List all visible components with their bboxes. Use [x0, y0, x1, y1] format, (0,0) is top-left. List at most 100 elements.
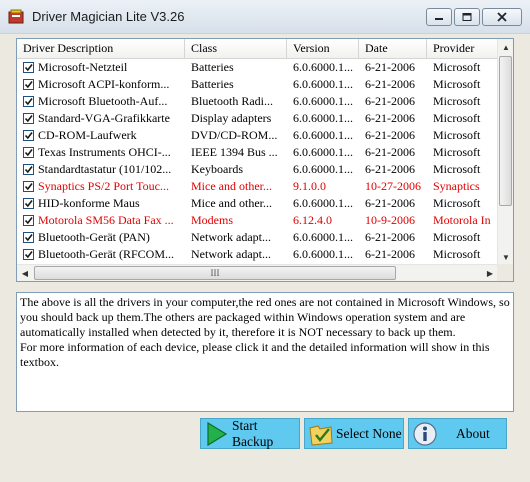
- row-checkbox[interactable]: [23, 113, 34, 124]
- table-row[interactable]: Synaptics PS/2 Port Touc... Mice and othe…: [17, 178, 498, 195]
- row-description: Microsoft Bluetooth-Auf...: [17, 93, 185, 110]
- table-row[interactable]: Standardtastatur (101/102... Keyboards 6.0…: [17, 161, 498, 178]
- row-class: Bluetooth Radi...: [191, 94, 273, 108]
- list-rows: Microsoft-Netzteil Batteries 6.0.6000.1...…: [17, 59, 498, 263]
- checkmark-icon: [24, 200, 33, 208]
- select-none-label: Select None: [336, 425, 402, 441]
- horizontal-scroll-thumb[interactable]: III: [34, 266, 396, 280]
- row-description-text: CD-ROM-Laufwerk: [38, 128, 137, 142]
- row-version: 9.1.0.0: [293, 179, 326, 193]
- row-class: DVD/CD-ROM...: [191, 128, 278, 142]
- driver-list[interactable]: Driver Description Class Version Date Pr…: [16, 38, 514, 282]
- start-backup-button[interactable]: Start Backup: [200, 418, 300, 449]
- row-description: Standard-VGA-Grafikkarte: [17, 110, 185, 127]
- list-header: Driver Description Class Version Date Pr…: [17, 39, 498, 59]
- row-version: 6.0.6000.1...: [293, 111, 353, 125]
- vertical-scrollbar[interactable]: ▲ ▼: [497, 39, 513, 265]
- row-class: Mice and other...: [191, 196, 272, 210]
- table-row[interactable]: Microsoft Bluetooth-Auf... Bluetooth Radi…: [17, 93, 498, 110]
- row-provider: Motorola In: [433, 213, 491, 227]
- checkmark-icon: [24, 166, 33, 174]
- row-checkbox[interactable]: [23, 249, 34, 260]
- info-textbox[interactable]: The above is all the drivers in your com…: [16, 292, 514, 412]
- row-checkbox[interactable]: [23, 79, 34, 90]
- scroll-right-arrow-icon[interactable]: ▶: [482, 265, 498, 281]
- checkmark-icon: [24, 183, 33, 191]
- select-none-button[interactable]: Select None: [304, 418, 404, 449]
- minimize-button[interactable]: [426, 8, 452, 26]
- row-date: 6-21-2006: [365, 230, 415, 244]
- maximize-icon: [462, 13, 472, 21]
- vertical-scroll-thumb[interactable]: [499, 56, 512, 206]
- row-description: Motorola SM56 Data Fax ...: [17, 212, 185, 229]
- table-row[interactable]: CD-ROM-Laufwerk DVD/CD-ROM... 6.0.6000.1..…: [17, 127, 498, 144]
- row-class: Network adapt...: [191, 230, 271, 244]
- row-provider: Microsoft: [433, 128, 481, 142]
- checkmark-icon: [24, 98, 33, 106]
- column-header-version[interactable]: Version: [287, 39, 359, 58]
- title-bar[interactable]: Driver Magician Lite V3.26: [0, 0, 530, 34]
- row-class: Batteries: [191, 60, 234, 74]
- checkmark-icon: [24, 81, 33, 89]
- row-date: 6-21-2006: [365, 247, 415, 261]
- table-row[interactable]: Microsoft ACPI-konform... Batteries 6.0.60…: [17, 76, 498, 93]
- row-description-text: Microsoft ACPI-konform...: [38, 77, 170, 91]
- row-checkbox[interactable]: [23, 164, 34, 175]
- row-class: Network adapt...: [191, 247, 271, 261]
- info-paragraph: For more information of each device, ple…: [20, 340, 490, 369]
- close-button[interactable]: [482, 8, 522, 26]
- info-icon: [413, 421, 437, 446]
- scroll-up-arrow-icon[interactable]: ▲: [498, 39, 513, 55]
- row-date: 6-21-2006: [365, 60, 415, 74]
- row-description: Bluetooth-Gerät (RFCOM...: [17, 246, 185, 263]
- row-checkbox[interactable]: [23, 181, 34, 192]
- maximize-button[interactable]: [454, 8, 480, 26]
- table-row[interactable]: Bluetooth-Gerät (RFCOM... Network adapt..…: [17, 246, 498, 263]
- row-checkbox[interactable]: [23, 62, 34, 73]
- row-description: Microsoft-Netzteil: [17, 59, 185, 76]
- row-description: Synaptics PS/2 Port Touc...: [17, 178, 185, 195]
- row-checkbox[interactable]: [23, 215, 34, 226]
- row-checkbox[interactable]: [23, 130, 34, 141]
- row-class: Modems: [191, 213, 233, 227]
- about-button[interactable]: About: [408, 418, 507, 449]
- row-description-text: Microsoft Bluetooth-Auf...: [38, 94, 168, 108]
- row-checkbox[interactable]: [23, 198, 34, 209]
- row-version: 6.0.6000.1...: [293, 77, 353, 91]
- about-label: About: [456, 425, 490, 441]
- column-header-date[interactable]: Date: [359, 39, 427, 58]
- row-provider: Microsoft: [433, 94, 481, 108]
- row-description-text: Standardtastatur (101/102...: [38, 162, 172, 176]
- horizontal-scrollbar[interactable]: ◀ III ▶: [17, 264, 498, 281]
- scroll-left-arrow-icon[interactable]: ◀: [17, 265, 33, 281]
- row-checkbox[interactable]: [23, 147, 34, 158]
- checkmark-icon: [24, 115, 33, 123]
- table-row[interactable]: Motorola SM56 Data Fax ... Modems 6.12.4.0…: [17, 212, 498, 229]
- minimize-icon: [435, 18, 443, 20]
- row-provider: Microsoft: [433, 162, 481, 176]
- column-header-provider[interactable]: Provider: [427, 39, 498, 58]
- play-arrow-icon: [207, 421, 228, 446]
- row-provider: Microsoft: [433, 60, 481, 74]
- table-row[interactable]: HID-konforme Maus Mice and other... 6.0.60…: [17, 195, 498, 212]
- row-checkbox[interactable]: [23, 96, 34, 107]
- row-class: IEEE 1394 Bus ...: [191, 145, 278, 159]
- table-row[interactable]: Microsoft-Netzteil Batteries 6.0.6000.1...…: [17, 59, 498, 76]
- column-header-class[interactable]: Class: [185, 39, 287, 58]
- row-version: 6.0.6000.1...: [293, 196, 353, 210]
- row-checkbox[interactable]: [23, 232, 34, 243]
- checkmark-icon: [24, 132, 33, 140]
- table-row[interactable]: Texas Instruments OHCI-... IEEE 1394 Bus …: [17, 144, 498, 161]
- table-row[interactable]: Bluetooth-Gerät (PAN) Network adapt... 6.0…: [17, 229, 498, 246]
- row-version: 6.0.6000.1...: [293, 230, 353, 244]
- checkmark-icon: [24, 251, 33, 259]
- row-date: 10-9-2006: [365, 213, 415, 227]
- checkmark-icon: [24, 149, 33, 157]
- row-description: HID-konforme Maus: [17, 195, 185, 212]
- start-backup-label: Start Backup: [232, 417, 274, 449]
- table-row[interactable]: Standard-VGA-Grafikkarte Display adapters…: [17, 110, 498, 127]
- app-icon: [8, 9, 24, 24]
- column-header-description[interactable]: Driver Description: [17, 39, 185, 58]
- row-description-text: Motorola SM56 Data Fax ...: [38, 213, 174, 227]
- scroll-down-arrow-icon[interactable]: ▼: [498, 249, 513, 265]
